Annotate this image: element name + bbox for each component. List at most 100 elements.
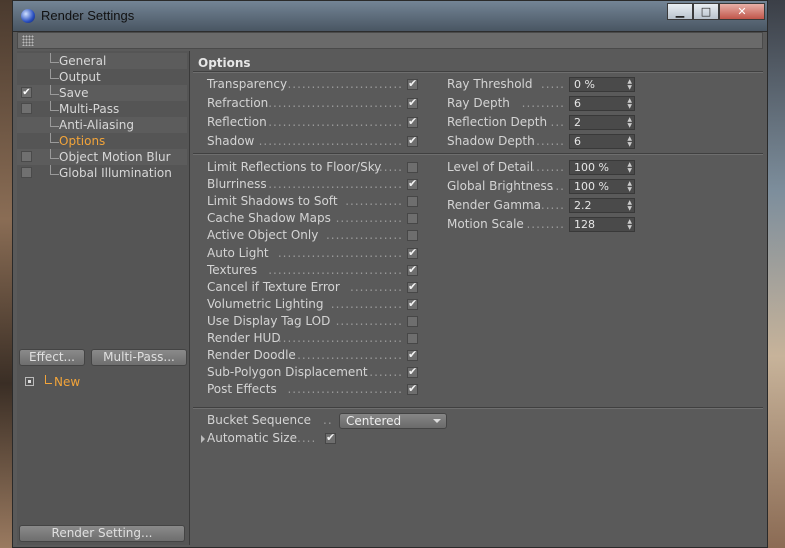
sidebar-item-save[interactable]: ✔ Save: [17, 85, 187, 101]
volumetric-lighting-checkbox[interactable]: ✔: [407, 298, 418, 310]
desktop-background-right: [767, 0, 785, 548]
sub-polygon-displacement-label: Sub-Polygon Displacement: [207, 365, 368, 380]
sidebar-item-global-illumination[interactable]: Global Illumination: [17, 165, 187, 181]
render-setting-list-item[interactable]: New: [21, 373, 187, 391]
settings-sidebar: General Output ✔ Save Multi-Pass Anti-Aliasin…: [17, 51, 190, 545]
ray-depth-input[interactable]: 6 ▲ ▼: [569, 96, 635, 111]
reflection-depth-row: ... Reflection Depth 2 ▲ ▼: [447, 115, 637, 132]
bucket-sequence-label: Bucket Sequence: [207, 413, 312, 427]
sidebar-enable-checkbox[interactable]: [21, 167, 32, 178]
transparency-checkbox[interactable]: ✔: [407, 78, 418, 90]
sidebar-item-general[interactable]: General: [17, 53, 187, 69]
active-object-only-checkbox[interactable]: [407, 230, 418, 242]
spinner-arrows-icon[interactable]: ▲ ▼: [627, 181, 632, 193]
level-of-detail-value: 100 %: [574, 161, 609, 174]
limit-shadows-to-soft-checkbox[interactable]: [407, 196, 418, 208]
refraction-label: Refraction: [207, 96, 269, 110]
reflection-label: Reflection: [207, 115, 267, 129]
render-hud-label: Render HUD: [207, 331, 281, 345]
limit-reflections-to-floor-sky-label: Limit Reflections to Floor/Sky: [207, 160, 382, 174]
tree-connector: [50, 85, 59, 95]
spinner-arrows-icon[interactable]: ▲ ▼: [627, 162, 632, 174]
textures-checkbox[interactable]: ✔: [407, 264, 418, 276]
sidebar-enable-checkbox[interactable]: ✔: [21, 87, 32, 98]
effect-button[interactable]: Effect...: [19, 349, 85, 366]
level-of-detail-input[interactable]: 100 % ▲ ▼: [569, 160, 635, 175]
ray-threshold-label: Ray Threshold: [447, 77, 533, 91]
spinner-arrows-icon[interactable]: ▲ ▼: [627, 98, 632, 110]
ray-depth-row: ......... Ray Depth 6 ▲ ▼: [447, 96, 637, 113]
blurriness-checkbox[interactable]: ✔: [407, 178, 418, 191]
level-of-detail-row: ....... Level of Detail 100 % ▲ ▼: [447, 160, 637, 177]
reflection-checkbox[interactable]: ✔: [407, 116, 418, 128]
cache-shadow-maps-checkbox[interactable]: [407, 213, 418, 225]
shadow-label: Shadow: [207, 134, 255, 148]
window-title: Render Settings: [41, 8, 135, 23]
render-doodle-row: ...................... Render Doodle ✔: [207, 348, 427, 365]
sidebar-enable-checkbox[interactable]: [21, 151, 32, 162]
reflection-depth-label: Reflection Depth: [447, 115, 548, 129]
spinner-arrows-icon[interactable]: ▲ ▼: [627, 117, 632, 129]
options-section-title: Options: [198, 56, 251, 70]
reflection-depth-input[interactable]: 2 ▲ ▼: [569, 115, 635, 130]
close-icon: ✕: [737, 5, 747, 18]
sidebar-item-label: Output: [59, 70, 101, 84]
spinner-arrows-icon[interactable]: ▲ ▼: [627, 219, 632, 231]
auto-light-checkbox[interactable]: ✔: [407, 247, 418, 259]
level-of-detail-label: Level of Detail: [447, 160, 534, 174]
grip-handle-icon[interactable]: [22, 35, 34, 46]
cache-shadow-maps-row: .............. Cache Shadow Maps: [207, 211, 427, 228]
shadow-depth-label: Shadow Depth: [447, 134, 535, 148]
use-display-tag-lod-label: Use Display Tag LOD: [207, 313, 331, 328]
automatic-size-checkbox[interactable]: ✔: [325, 432, 336, 444]
post-effects-label: Post Effects: [207, 382, 277, 397]
auto-light-row: .......................... Auto Light ✔: [207, 246, 427, 263]
sidebar-item-multi-pass[interactable]: Multi-Pass: [17, 101, 187, 117]
tree-connector: [50, 101, 59, 111]
ray-threshold-input[interactable]: 0 % ▲ ▼: [569, 77, 635, 92]
close-button[interactable]: ✕: [719, 3, 765, 20]
active-object-only-label: Active Object Only: [207, 228, 319, 243]
sidebar-enable-checkbox[interactable]: [21, 103, 32, 114]
sub-polygon-displacement-checkbox[interactable]: ✔: [407, 366, 418, 379]
ray-threshold-row: ..... Ray Threshold 0 % ▲ ▼: [447, 77, 637, 94]
textures-row: ............................ Textures ✔: [207, 263, 427, 280]
sidebar-item-options[interactable]: Options: [17, 133, 187, 149]
spinner-arrows-icon[interactable]: ▲ ▼: [627, 200, 632, 212]
sidebar-item-anti-aliasing[interactable]: Anti-Aliasing: [17, 117, 187, 133]
title-bar[interactable]: Render Settings ▁ □ ✕: [13, 1, 767, 32]
sidebar-item-object-motion-blur[interactable]: Object Motion Blur: [17, 149, 187, 165]
render-gamma-row: ....... Render Gamma 2.2 ▲ ▼: [447, 198, 637, 215]
use-display-tag-lod-checkbox[interactable]: [407, 315, 418, 327]
spinner-arrows-icon[interactable]: ▲ ▼: [627, 136, 632, 148]
textures-label: Textures: [207, 262, 258, 277]
limit-reflections-to-floor-sky-row: ...... Limit Reflections to Floor/Sky: [207, 160, 427, 177]
shadow-depth-input[interactable]: 6 ▲ ▼: [569, 134, 635, 149]
shadow-checkbox[interactable]: ✔: [407, 135, 418, 147]
maximize-button[interactable]: □: [693, 3, 719, 20]
render-gamma-value: 2.2: [574, 199, 592, 212]
render-gamma-input[interactable]: 2.2 ▲ ▼: [569, 198, 635, 213]
cancel-if-texture-error-checkbox[interactable]: ✔: [407, 281, 418, 293]
render-hud-checkbox[interactable]: [407, 333, 418, 344]
limit-reflections-to-floor-sky-checkbox[interactable]: [407, 162, 418, 173]
tree-connector: [45, 375, 52, 384]
dot-leader: ....: [297, 431, 317, 445]
render-doodle-checkbox[interactable]: ✔: [407, 349, 418, 362]
automatic-size-row: Automatic Size .... ✔: [201, 431, 407, 448]
sidebar-item-output[interactable]: Output: [17, 69, 187, 85]
motion-scale-input[interactable]: 128 ▲ ▼: [569, 217, 635, 232]
refraction-checkbox[interactable]: ✔: [407, 97, 418, 109]
expand-triangle-icon[interactable]: [201, 435, 205, 443]
multi-pass-button[interactable]: Multi-Pass...: [91, 349, 187, 366]
motion-scale-label: Motion Scale: [447, 217, 524, 231]
section-divider: [193, 153, 763, 155]
post-effects-checkbox[interactable]: ✔: [407, 383, 418, 396]
sidebar-item-label: Anti-Aliasing: [59, 118, 134, 132]
bucket-sequence-dropdown[interactable]: Centered: [339, 413, 447, 429]
render-setting-button[interactable]: Render Setting...: [19, 525, 185, 542]
sidebar-item-label: Global Illumination: [59, 166, 172, 180]
global-brightness-input[interactable]: 100 % ▲ ▼: [569, 179, 635, 194]
spinner-arrows-icon[interactable]: ▲ ▼: [627, 79, 632, 91]
minimize-button[interactable]: ▁: [667, 3, 693, 20]
